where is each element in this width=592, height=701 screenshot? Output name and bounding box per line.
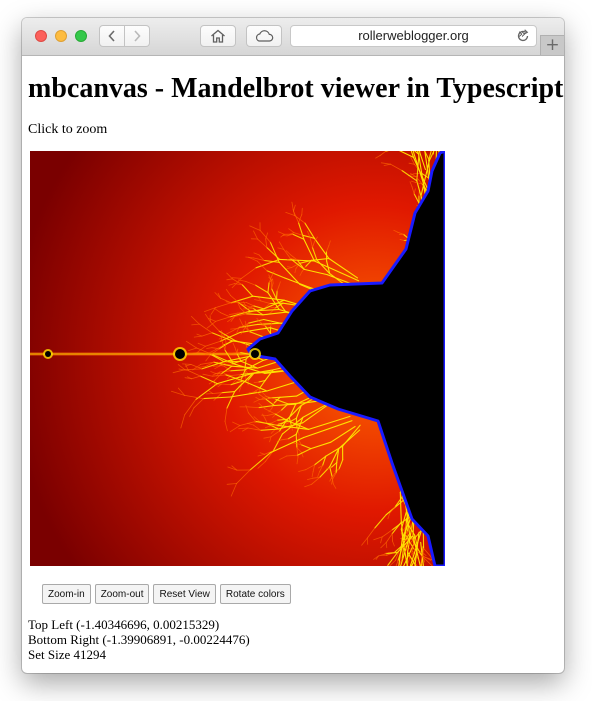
url-text: rollerweblogger.org [358,28,469,43]
forward-button[interactable] [124,25,150,47]
home-button[interactable] [200,25,236,47]
browser-window: rollerweblogger.org » + mbcanvas - Mande… [22,18,564,673]
set-size: Set Size 41294 [28,647,106,662]
close-window-button[interactable] [35,30,47,42]
minimize-window-button[interactable] [55,30,67,42]
mandelbrot-render [30,67,478,673]
icloud-tabs-button[interactable] [246,25,282,47]
page-title: mbcanvas - Mandelbrot viewer in Typescri… [28,73,564,104]
overflow-chevrons-icon[interactable]: » [518,27,526,42]
control-buttons: Zoom-in Zoom-out Reset View Rotate color… [42,584,291,604]
zoom-instruction: Click to zoom [28,122,108,137]
chevron-left-icon [108,30,115,42]
navigation-buttons [99,25,150,47]
home-icon [211,29,225,43]
back-button[interactable] [99,25,125,47]
top-left-coordinate: Top Left (-1.40346696, 0.00215329) [28,617,220,632]
zoom-out-button[interactable]: Zoom-out [94,584,150,604]
new-tab-button[interactable]: + [540,35,564,55]
zoom-in-button[interactable]: Zoom-in [42,584,91,604]
view-info: Top Left (-1.40346696, 0.00215329) Botto… [28,617,250,662]
mandelbrot-canvas[interactable] [30,67,478,673]
cloud-icon [255,30,274,42]
reset-view-button[interactable]: Reset View [153,584,216,604]
bottom-right-coordinate: Bottom Right (-1.39906891, -0.00224476) [28,632,250,647]
address-bar[interactable]: rollerweblogger.org [290,25,537,47]
fullscreen-window-button[interactable] [75,30,87,42]
rotate-colors-button[interactable]: Rotate colors [219,584,291,604]
browser-toolbar: rollerweblogger.org » + [22,18,564,56]
chevron-right-icon [134,30,141,42]
page-content: mbcanvas - Mandelbrot viewer in Typescri… [22,56,564,673]
